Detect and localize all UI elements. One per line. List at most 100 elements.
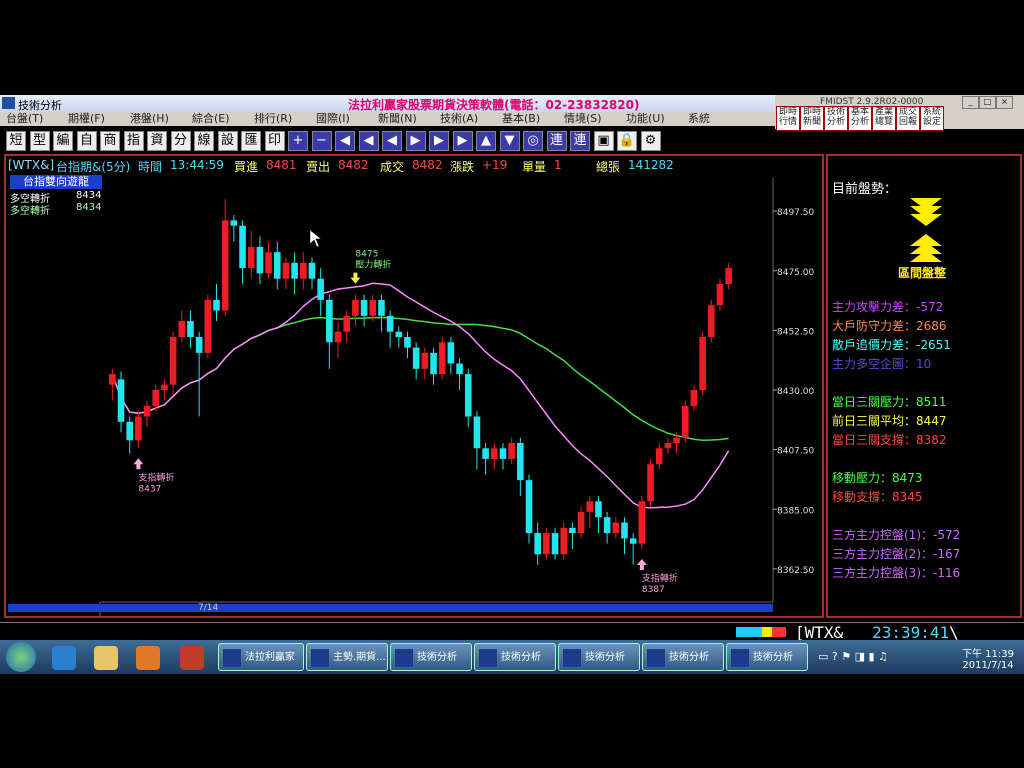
toolbar-button[interactable]: 匯 [241,131,261,151]
candle-body [386,315,394,332]
taskbar-item[interactable]: 技術分析 [474,643,556,671]
toolbar-button[interactable]: ◀ [382,131,402,151]
toolbar-button[interactable]: 連 [570,131,590,151]
scrollbar-track[interactable] [8,604,773,612]
annotation-label: 支指轉折 [642,572,678,584]
candle-body [517,443,524,481]
menu-item[interactable]: 功能(U) [626,112,665,126]
candle-body [569,527,576,534]
candle-body [404,337,411,348]
candle-body [482,448,489,459]
toolbar-button[interactable]: + [288,131,308,151]
top-button[interactable]: 基本分析 [848,106,872,131]
price-chart[interactable]: 8497.50 8475.00 8452.50 8430.00 8407.50 8385.… [8,170,818,616]
y-tick-label: 8452.50 [777,327,814,337]
toolbar-button[interactable]: 編 [53,131,73,151]
minimize-button[interactable]: _ [962,96,979,109]
taskbar-item[interactable]: 主勢.期貨... [306,643,388,671]
toolbar-button[interactable]: 短 [6,131,26,151]
stat-row: 當日三關支撐：8382 [832,433,947,447]
menu-item[interactable]: 綜合(E) [192,112,230,126]
browser-icon[interactable] [52,646,76,670]
toolbar-button[interactable]: ▲ [476,131,496,151]
taskbar-item-label: 技術分析 [501,652,541,663]
menu-item[interactable]: 期權(F) [68,112,105,126]
menu-item[interactable]: 國際(I) [316,112,350,126]
toolbar-button[interactable]: 印 [264,131,285,151]
stat-row: 當日三關壓力：8511 [832,395,947,409]
toolbar-button[interactable]: − [311,131,332,151]
clock[interactable]: 下午 11:39 2011/7/14 [960,645,1016,671]
stat-row: 三方主力控盤(3)：-116 [832,566,961,580]
toolbar-button[interactable]: ▶ [429,131,449,151]
menu-item[interactable]: 台盤(T) [6,112,43,126]
toolbar-button[interactable]: ◀ [335,131,355,151]
candle-body [456,363,463,375]
menu-item[interactable]: 新聞(N) [378,112,417,126]
toolbar-button[interactable]: 線 [194,131,214,151]
trend-arrows-icon [910,198,942,262]
candle-body [716,284,724,306]
toolbar-button[interactable]: ◀ [358,131,379,151]
app-banner: 法拉利贏家股票期貨決策軟體(電話：02-23832820) [348,98,640,112]
menu-item[interactable]: 系統 [688,112,710,126]
folder-icon[interactable] [94,646,118,670]
menu-item[interactable]: 基本(B) [502,112,540,126]
toolbar-button[interactable]: 型 [29,131,50,151]
toolbar-button[interactable]: ⚙ [640,131,661,151]
top-button[interactable]: 技術分析 [824,106,848,131]
candle-body [655,448,663,465]
candle-body [560,527,568,555]
taskbar-item[interactable]: 技術分析 [558,643,640,671]
candle-body [421,352,429,369]
toolbar-button[interactable]: ▶ [452,131,473,151]
candle-body [204,299,212,353]
candle-body [595,501,602,518]
toolbar-button[interactable]: 自 [76,131,97,151]
taskbar-item[interactable]: 技術分析 [642,643,724,671]
toolbar-button[interactable]: 商 [100,131,120,151]
stat-row: 主力攻擊力差：-572 [832,300,944,314]
menu-item[interactable]: 港盤(H) [130,112,169,126]
toolbar-button[interactable]: ▼ [499,131,520,151]
candle-body [169,337,177,385]
candle-body [525,480,533,534]
restore-button[interactable]: □ [979,96,996,109]
candle-body [603,517,611,534]
close-button[interactable]: × [996,96,1013,109]
menu-item[interactable]: 情境(S) [564,112,602,126]
start-button[interactable] [6,642,36,672]
stat-row: 三方主力控盤(1)：-572 [832,528,961,542]
taskbar-item[interactable]: 技術分析 [726,643,808,671]
candle-body [291,262,298,279]
media-player-icon[interactable] [136,646,160,670]
candle-body [664,443,672,449]
toolbar-button[interactable]: 分 [170,131,191,151]
menu-item[interactable]: 排行(R) [254,112,292,126]
toolbar-button[interactable]: ▣ [593,131,614,151]
candle-body [135,416,142,441]
taskbar-item[interactable]: 法拉利贏家 [218,643,304,671]
chart-app-icon [731,649,749,667]
app-quicklaunch-icon[interactable] [180,646,204,670]
toolbar-button[interactable]: 指 [123,131,144,151]
toolbar-button[interactable]: ▶ [405,131,426,151]
toolbar-button[interactable]: ◎ [523,131,543,151]
top-button[interactable]: 產業總覽 [872,106,896,131]
toolbar-button[interactable]: 設 [217,131,238,151]
taskbar-item[interactable]: 技術分析 [390,643,472,671]
top-button[interactable]: 即時新聞 [800,106,824,131]
top-button[interactable]: 成交回報 [896,106,920,131]
tray-icons[interactable]: ▭ ? ⚑ ◨ ▮ ♫ [818,650,888,663]
candle-body [213,299,220,311]
toolbar-button[interactable]: 資 [147,131,167,151]
trend-label: 區間盤整 [898,266,947,280]
toolbar-button[interactable]: 🔒 [617,131,637,151]
toolbar-button[interactable]: 連 [546,131,567,151]
top-button[interactable]: 即時行情 [776,106,800,131]
menu-bar: 台盤(T) 期權(F) 港盤(H) 綜合(E) 排行(R) 國際(I) 新聞(N) 技術(A)… [0,112,775,126]
menu-item[interactable]: 技術(A) [440,112,478,126]
candle-body [256,246,264,274]
clock-date: 2011/7/14 [962,660,1014,671]
top-button[interactable]: 系統設定 [920,106,944,131]
